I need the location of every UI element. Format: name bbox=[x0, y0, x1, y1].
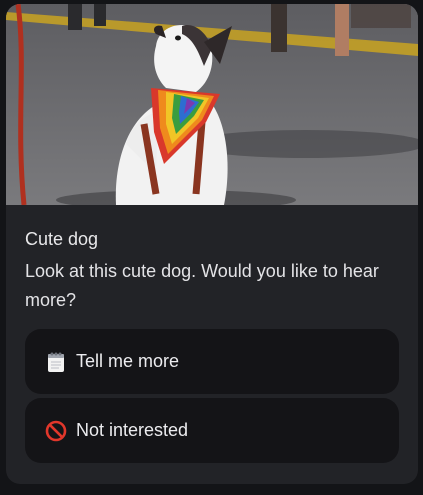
not-interested-label: Not interested bbox=[76, 420, 189, 440]
tell-me-more-label: Tell me more bbox=[76, 351, 180, 371]
tell-me-more-button[interactable]: Tell me more bbox=[25, 329, 399, 394]
dog-photo-illustration bbox=[6, 4, 418, 205]
no-entry-icon bbox=[45, 420, 67, 442]
dog-photo bbox=[6, 4, 418, 205]
message-card: Cute dog Look at this cute dog. Would yo… bbox=[6, 4, 418, 484]
card-title: Cute dog bbox=[25, 229, 99, 249]
not-interested-button[interactable]: Not interested bbox=[25, 398, 399, 463]
suggested-actions: Tell me more Not interested bbox=[25, 329, 399, 467]
notepad-icon bbox=[45, 351, 67, 373]
card-description: Look at this cute dog. Would you like to… bbox=[25, 261, 379, 310]
